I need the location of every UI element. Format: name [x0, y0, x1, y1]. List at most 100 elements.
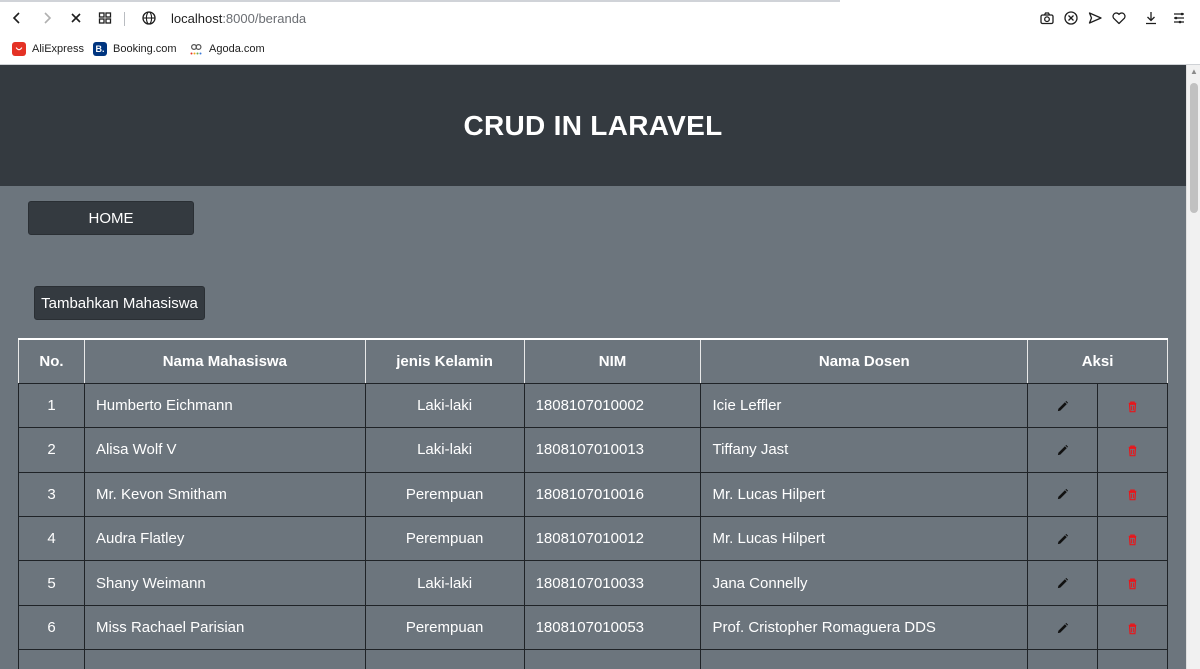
table-cell: [700, 649, 1029, 669]
table-cell: [1027, 649, 1099, 669]
cell-nim: 1808107010033: [523, 560, 702, 606]
edit-button[interactable]: [1027, 471, 1099, 518]
address-bar[interactable]: localhost:8000/beranda: [171, 11, 306, 26]
bookmark-aliexpress[interactable]: AliExpress: [12, 40, 84, 58]
cell-jenis-kelamin: Laki-laki: [364, 560, 525, 606]
table-cell: [83, 649, 366, 669]
cell-jenis-kelamin: Laki-laki: [364, 427, 525, 473]
trash-icon: [1126, 486, 1139, 503]
home-button[interactable]: HOME: [28, 201, 194, 235]
table-cell: [18, 649, 85, 669]
cell-no: 5: [18, 560, 85, 606]
cell-nama-dosen: Tiffany Jast: [700, 427, 1029, 473]
table-cell: [523, 649, 702, 669]
cell-no: 6: [18, 604, 85, 651]
table-header-row: No. Nama Mahasiswa jenis Kelamin NIM Nam…: [18, 337, 1168, 384]
delete-button[interactable]: [1097, 382, 1168, 429]
table-cell: [364, 649, 525, 669]
trash-icon: [1126, 619, 1139, 636]
pencil-icon: [1056, 575, 1069, 592]
page-viewport: CRUD IN LARAVEL HOME Tambahkan Mahasiswa…: [0, 65, 1186, 669]
table-body: 1 Humberto Eichmann Laki-laki 1808107010002…: [18, 382, 1168, 669]
add-student-button[interactable]: Tambahkan Mahasiswa: [34, 286, 205, 320]
bookmark-agoda[interactable]: Agoda.com: [189, 40, 265, 58]
cell-nim: 1808107010016: [523, 471, 702, 518]
cell-no: 3: [18, 471, 85, 518]
cell-jenis-kelamin: Perempuan: [364, 604, 525, 651]
table-row: 2 Alisa Wolf V Laki-laki 1808107010013 Tiffa…: [18, 427, 1168, 473]
cell-no: 1: [18, 382, 85, 429]
header-nama-dosen: Nama Dosen: [700, 337, 1029, 384]
pencil-icon: [1056, 619, 1069, 636]
download-icon[interactable]: [1138, 5, 1164, 31]
hero-banner: CRUD IN LARAVEL: [0, 65, 1186, 186]
delete-button[interactable]: [1097, 471, 1168, 518]
cell-nim: 1808107010053: [523, 604, 702, 651]
delete-button[interactable]: [1097, 516, 1168, 562]
bookmark-booking[interactable]: B. Booking.com: [93, 40, 177, 58]
cell-nim: 1808107010013: [523, 427, 702, 473]
browser-chrome: localhost:8000/beranda AliExpress B. Boo…: [0, 0, 1200, 65]
table-row: [18, 649, 1168, 669]
globe-icon[interactable]: [136, 5, 162, 31]
camera-icon[interactable]: [1034, 5, 1060, 31]
stop-loading-icon[interactable]: [63, 5, 89, 31]
cell-jenis-kelamin: Laki-laki: [364, 382, 525, 429]
cell-jenis-kelamin: Perempuan: [364, 516, 525, 562]
delete-button[interactable]: [1097, 427, 1168, 473]
vertical-scrollbar[interactable]: ▲: [1186, 65, 1200, 669]
cell-nama-dosen: Mr. Lucas Hilpert: [700, 516, 1029, 562]
cell-no: 4: [18, 516, 85, 562]
delete-button[interactable]: [1097, 604, 1168, 651]
aliexpress-icon: [12, 42, 26, 56]
table-cell: [1097, 649, 1168, 669]
forward-icon[interactable]: [34, 5, 60, 31]
booking-icon: B.: [93, 42, 107, 56]
loading-bar: [0, 0, 840, 2]
cell-nim: 1808107010002: [523, 382, 702, 429]
table-row: 1 Humberto Eichmann Laki-laki 1808107010002…: [18, 382, 1168, 429]
edit-button[interactable]: [1027, 516, 1099, 562]
agoda-icon: [189, 42, 203, 56]
edit-button[interactable]: [1027, 560, 1099, 606]
url-path: :8000/beranda: [222, 11, 307, 26]
cell-nama-dosen: Prof. Cristopher Romaguera DDS: [700, 604, 1029, 651]
bookmarks-bar: AliExpress B. Booking.com Agoda.com: [0, 37, 1200, 61]
page-title: CRUD IN LARAVEL: [463, 109, 723, 141]
edit-button[interactable]: [1027, 427, 1099, 473]
pencil-icon: [1056, 397, 1069, 414]
header-no: No.: [18, 337, 85, 384]
trash-icon: [1126, 575, 1139, 592]
menu-icon[interactable]: [1166, 5, 1192, 31]
cell-nama-mahasiswa: Humberto Eichmann: [83, 382, 366, 429]
delete-button[interactable]: [1097, 560, 1168, 606]
cell-nama-dosen: Icie Leffler: [700, 382, 1029, 429]
block-icon[interactable]: [1058, 5, 1084, 31]
heart-icon[interactable]: [1106, 5, 1132, 31]
cell-nama-mahasiswa: Shany Weimann: [83, 560, 366, 606]
tabs-grid-icon[interactable]: [92, 5, 118, 31]
students-table: No. Nama Mahasiswa jenis Kelamin NIM Nam…: [18, 337, 1168, 669]
scroll-up-icon[interactable]: ▲: [1190, 68, 1198, 76]
pencil-icon: [1056, 441, 1069, 458]
pencil-icon: [1056, 486, 1069, 503]
cell-nama-mahasiswa: Audra Flatley: [83, 516, 366, 562]
back-icon[interactable]: [4, 5, 30, 31]
header-nim: NIM: [523, 337, 702, 384]
browser-toolbar: localhost:8000/beranda: [0, 3, 1200, 35]
send-icon[interactable]: [1082, 5, 1108, 31]
header-aksi: Aksi: [1027, 337, 1168, 384]
edit-button[interactable]: [1027, 382, 1099, 429]
table-row: 3 Mr. Kevon Smitham Perempuan 1808107010016…: [18, 471, 1168, 518]
cell-nama-mahasiswa: Alisa Wolf V: [83, 427, 366, 473]
bookmark-label: AliExpress: [32, 43, 84, 55]
edit-button[interactable]: [1027, 604, 1099, 651]
table-row: 4 Audra Flatley Perempuan 1808107010012 Mr. …: [18, 516, 1168, 562]
scrollbar-thumb[interactable]: [1190, 83, 1198, 213]
cell-nama-mahasiswa: Miss Rachael Parisian: [83, 604, 366, 651]
trash-icon: [1126, 441, 1139, 458]
bookmark-label: Booking.com: [113, 43, 177, 55]
bookmark-label: Agoda.com: [209, 43, 265, 55]
cell-nama-dosen: Jana Connelly: [700, 560, 1029, 606]
header-nama-mahasiswa: Nama Mahasiswa: [83, 337, 366, 384]
